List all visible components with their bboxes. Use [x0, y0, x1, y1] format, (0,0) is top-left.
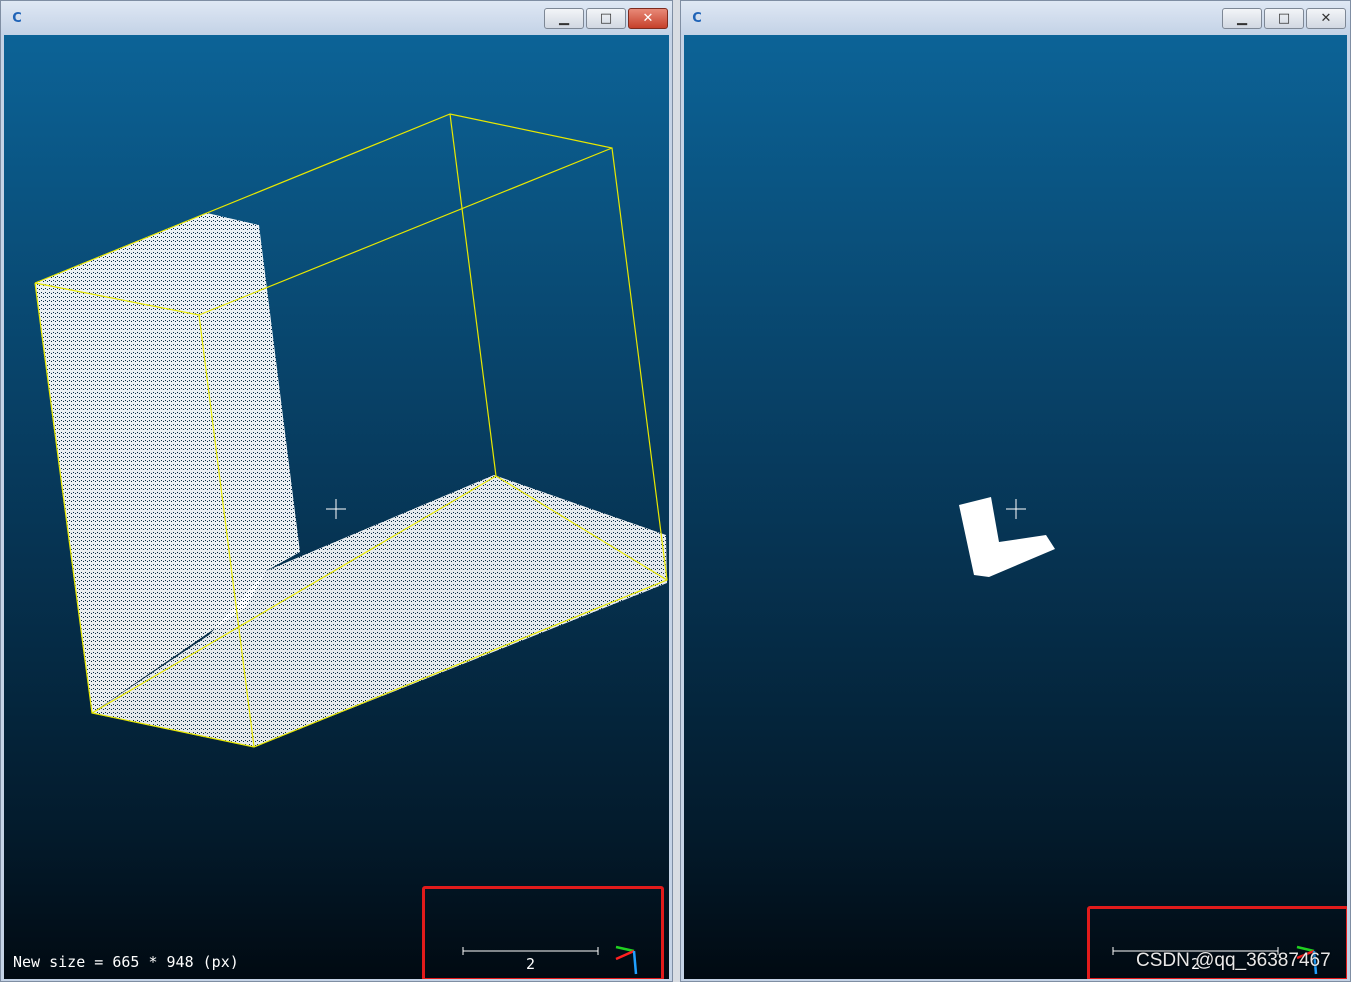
minimize-button[interactable]: ▁	[544, 8, 584, 29]
cloudcompare-icon: C	[12, 11, 22, 26]
crosshair	[1006, 499, 1026, 519]
3d-viewport[interactable]: 2	[684, 35, 1347, 979]
right-3d-view-window: C ▁ □ ✕ 2	[680, 0, 1351, 982]
3d-viewport[interactable]: 2 New size = 665 * 948 (px)	[4, 35, 669, 979]
watermark: CSDN @qq_36387467	[1136, 950, 1331, 971]
point-cloud-render	[34, 113, 668, 975]
point-cloud-render	[959, 497, 1318, 975]
crosshair	[326, 499, 346, 519]
maximize-button[interactable]: □	[1264, 8, 1304, 29]
highlight-box	[422, 886, 664, 979]
minimize-button[interactable]: ▁	[1222, 8, 1262, 29]
cloudcompare-icon: C	[692, 11, 702, 26]
title-bar[interactable]: C ▁ □ ✕	[1, 1, 672, 35]
close-button[interactable]: ✕	[628, 8, 668, 29]
status-message: New size = 665 * 948 (px)	[13, 953, 239, 971]
title-bar[interactable]: C ▁ □ ✕	[681, 1, 1350, 35]
close-button[interactable]: ✕	[1306, 8, 1346, 29]
left-3d-view-window: C ▁ □ ✕ 2 New size = 665 * 948 (px)	[0, 0, 673, 982]
maximize-button[interactable]: □	[586, 8, 626, 29]
